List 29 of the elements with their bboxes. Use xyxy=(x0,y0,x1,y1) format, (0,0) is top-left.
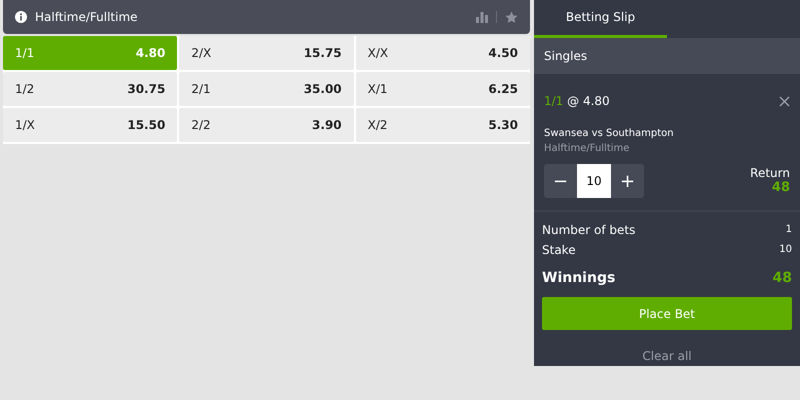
odds-button[interactable]: 1/2 30.75 xyxy=(3,72,178,106)
market-title: Halftime/Fulltime xyxy=(35,9,138,26)
odds-button[interactable]: 2/X 15.75 xyxy=(179,36,354,70)
stake-field[interactable]: 10 xyxy=(577,164,611,198)
bar-chart-icon[interactable] xyxy=(476,11,488,23)
odds-button[interactable]: X/1 6.25 xyxy=(356,72,530,106)
odds-button[interactable]: 1/X 15.50 xyxy=(3,108,178,142)
summary-value: 10 xyxy=(779,243,792,257)
clear-all-link[interactable]: Clear all xyxy=(636,346,698,366)
summary-label: Stake xyxy=(542,242,576,259)
market-name: Halftime/Fulltime xyxy=(544,142,630,156)
increase-button[interactable]: + xyxy=(611,164,644,198)
return-value: 48 xyxy=(770,180,790,196)
close-icon[interactable] xyxy=(779,96,790,106)
odds-button[interactable]: X/2 5.30 xyxy=(356,108,530,142)
summary-value: 1 xyxy=(786,223,792,237)
bet-selection: 1/1 @ 4.80 xyxy=(544,93,610,110)
section-title: Singles xyxy=(544,48,588,65)
star-icon[interactable] xyxy=(505,10,518,24)
winnings-label: Winnings xyxy=(542,269,616,288)
winnings-value: 48 xyxy=(772,269,792,288)
match-name: Swansea vs Southampton xyxy=(544,127,675,141)
odds-button[interactable]: 2/1 35.00 xyxy=(179,72,354,106)
odds-button[interactable]: X/X 4.50 xyxy=(356,36,530,70)
info-icon xyxy=(15,11,27,23)
summary-label: Number of bets xyxy=(542,222,636,239)
return-label: Return xyxy=(750,166,790,180)
odds-button[interactable]: 2/2 3.90 xyxy=(179,108,354,142)
decrease-button[interactable]: − xyxy=(544,164,577,198)
